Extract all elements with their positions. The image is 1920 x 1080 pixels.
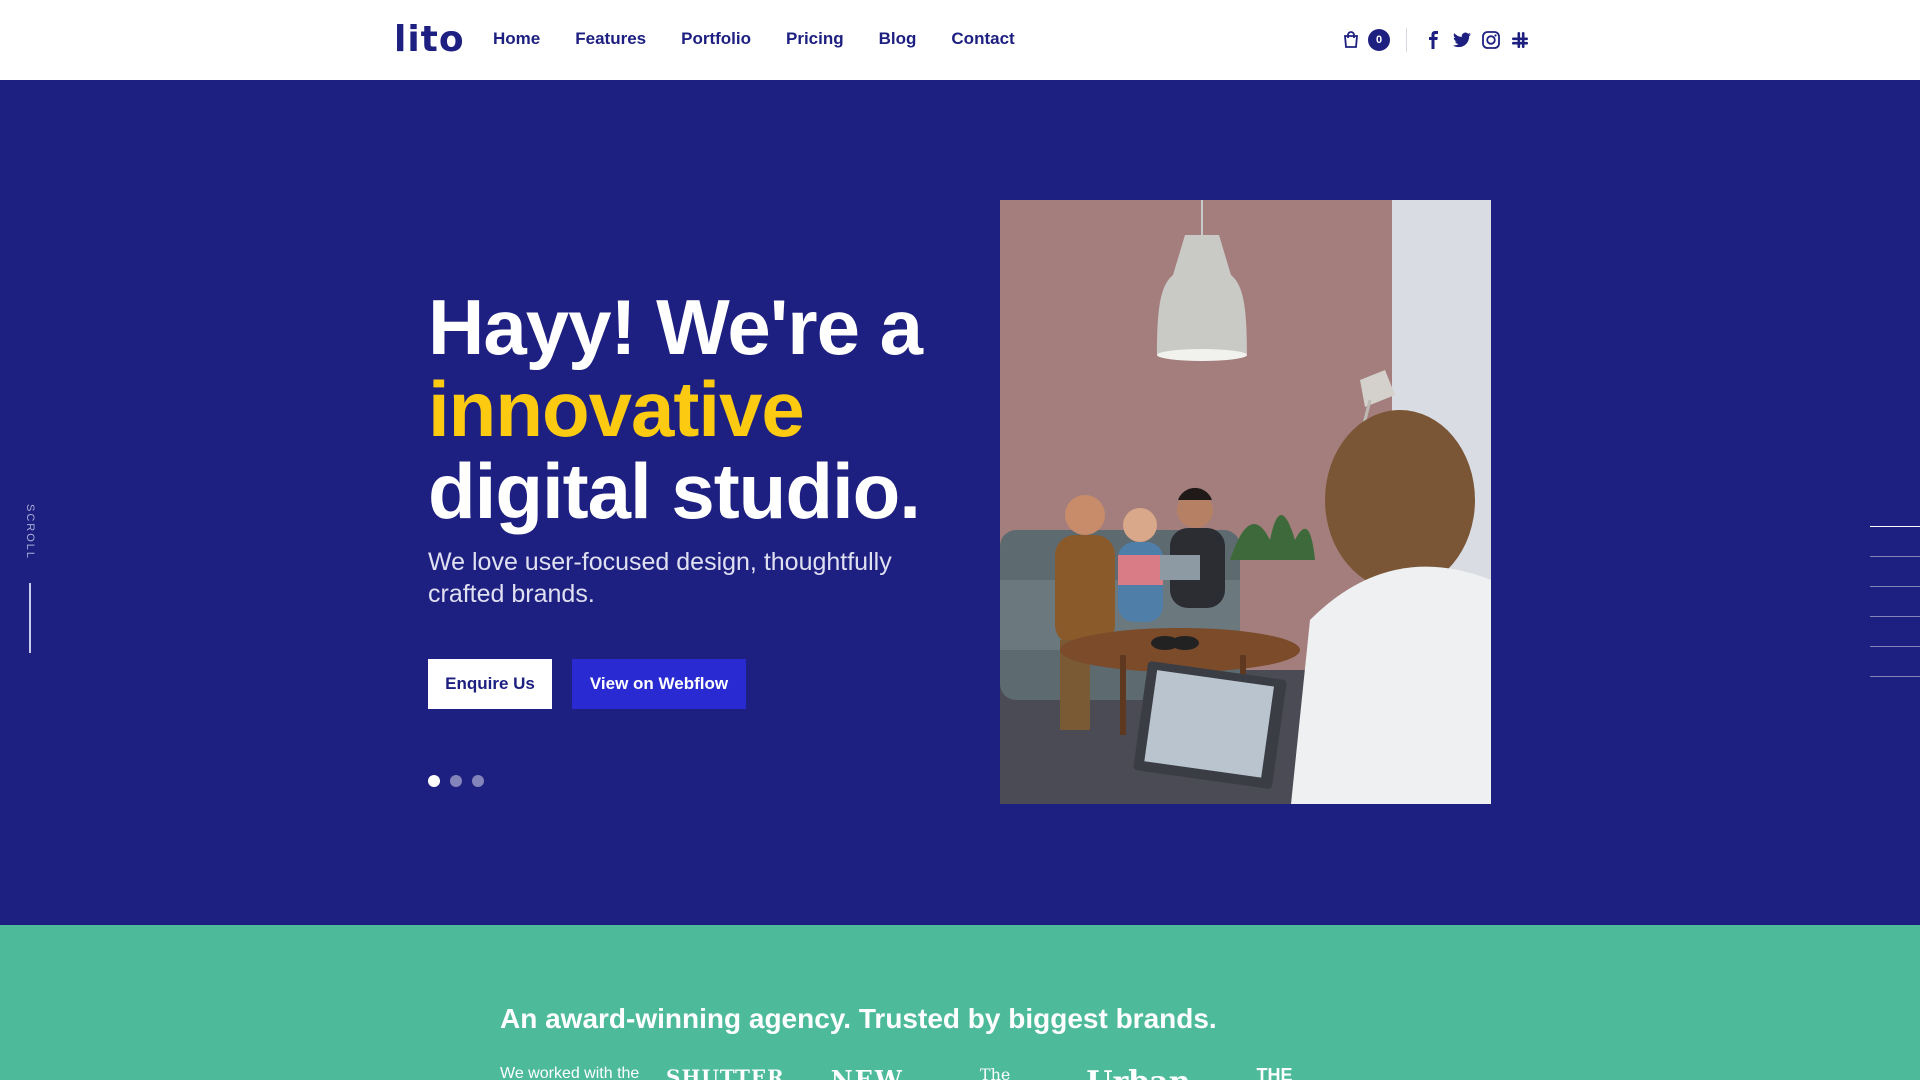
shopping-bag-icon[interactable] [1340, 29, 1362, 51]
brand-logo: NEW [830, 1065, 904, 1080]
nav-home[interactable]: Home [493, 28, 540, 50]
main-nav: Home Features Portfolio Pricing Blog Con… [493, 28, 1050, 50]
hero-section: SCROLL [0, 80, 1920, 925]
slider-dots [428, 775, 484, 787]
site-header: lito Home Features Portfolio Pricing Blo… [0, 0, 1920, 80]
scroll-indicator[interactable]: SCROLL [22, 504, 36, 560]
brand-logo: The [979, 1065, 1011, 1080]
section-line[interactable] [1870, 586, 1920, 587]
scroll-line [29, 583, 31, 653]
nav-features[interactable]: Features [575, 28, 646, 50]
section-navigator [1870, 526, 1920, 706]
enquire-button[interactable]: Enquire Us [428, 659, 552, 709]
slider-dot-2[interactable] [450, 775, 462, 787]
brand-logos: We worked with the SHUTTER NEW The Urban… [500, 1065, 1339, 1080]
view-on-webflow-button[interactable]: View on Webflow [572, 659, 746, 709]
brand-logo: SHUTTER [666, 1065, 785, 1080]
nav-contact[interactable]: Contact [951, 28, 1014, 50]
header-divider [1406, 28, 1407, 52]
nav-portfolio[interactable]: Portfolio [681, 28, 751, 50]
headline-accent: innovative [428, 365, 805, 453]
section-line[interactable] [1870, 676, 1920, 677]
nav-pricing[interactable]: Pricing [786, 28, 844, 50]
twitter-icon[interactable] [1452, 30, 1472, 50]
section-line[interactable] [1870, 526, 1920, 527]
section-line[interactable] [1870, 646, 1920, 647]
brand-logo: THE [1256, 1065, 1293, 1080]
logo[interactable]: lito [394, 20, 465, 60]
hero-headline: Hayy! We're a innovative digital studio. [428, 283, 923, 535]
hero-subheading: We love user-focused design, thoughtfull… [428, 548, 892, 608]
trust-section: An award-winning agency. Trusted by bigg… [0, 925, 1920, 1080]
slider-dot-3[interactable] [472, 775, 484, 787]
slack-icon[interactable] [1510, 30, 1530, 50]
headline-line-3: digital studio. [428, 447, 921, 535]
brand-logo: Urban [1086, 1065, 1190, 1080]
instagram-icon[interactable] [1481, 30, 1501, 50]
section-line[interactable] [1870, 616, 1920, 617]
trust-title: An award-winning agency. Trusted by bigg… [500, 1003, 1217, 1034]
cart-count-badge[interactable]: 0 [1368, 29, 1390, 51]
nav-blog[interactable]: Blog [879, 28, 917, 50]
section-line[interactable] [1870, 556, 1920, 557]
hero-photo [1000, 200, 1491, 804]
header-actions: 0 [1340, 27, 1539, 53]
headline-line-1: Hayy! We're a [428, 283, 923, 371]
scroll-label: SCROLL [24, 504, 36, 561]
facebook-icon[interactable] [1423, 30, 1443, 50]
slider-dot-1[interactable] [428, 775, 440, 787]
